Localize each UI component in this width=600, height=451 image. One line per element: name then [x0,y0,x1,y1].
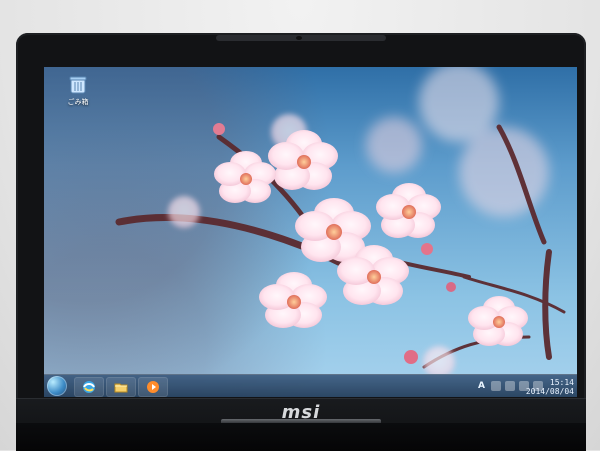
media-player-icon [147,381,159,393]
screen: ごみ箱 A 15:14 2014/08/04 [44,67,577,397]
network-icon[interactable] [491,381,501,391]
desktop-icon-recycle-bin[interactable]: ごみ箱 [56,73,100,117]
desktop-icon-label: ごみ箱 [67,98,89,106]
taskbar-pinned-explorer[interactable] [106,377,136,397]
taskbar-pinned-ie[interactable] [74,377,104,397]
desktop-wallpaper [44,67,577,397]
recycle-bin-icon [69,76,87,94]
laptop: ごみ箱 A 15:14 2014/08/04 msi [16,33,586,451]
keyboard-area [16,423,586,451]
ime-indicator[interactable]: A [478,381,485,391]
bottom-bezel: msi [16,398,586,451]
cherry-blossom-wallpaper [115,67,566,378]
ie-icon [83,381,95,393]
start-button[interactable] [47,376,67,396]
webcam [216,35,386,41]
taskbar: A 15:14 2014/08/04 [44,374,577,397]
explorer-folder-icon [114,383,128,393]
clock-time: 15:14 [549,378,574,387]
taskbar-clock[interactable]: 15:14 2014/08/04 [510,378,574,396]
clock-date: 2014/08/04 [525,387,574,396]
taskbar-pinned-media-player[interactable] [138,377,168,397]
